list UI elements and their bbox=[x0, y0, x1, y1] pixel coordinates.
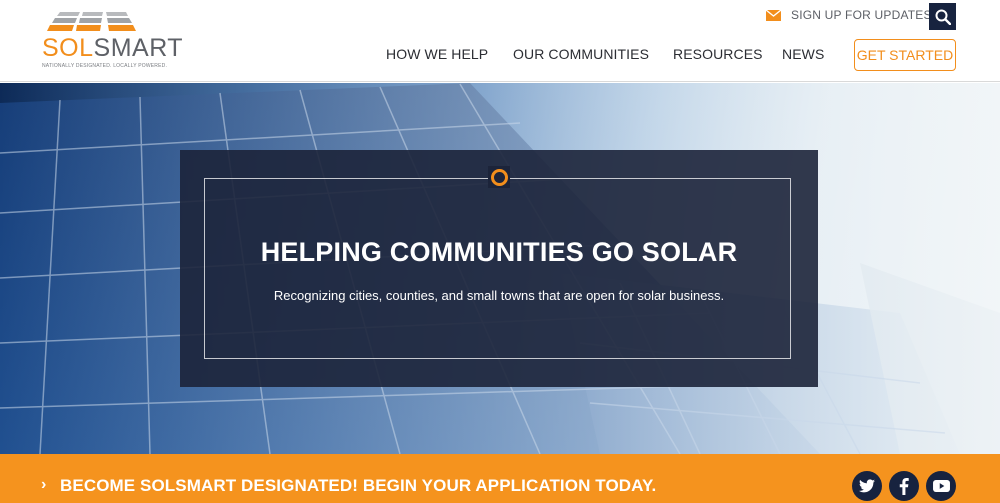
nav-news[interactable]: NEWS bbox=[782, 46, 824, 62]
search-icon bbox=[935, 9, 951, 25]
twitter-icon[interactable] bbox=[852, 471, 882, 501]
nav-resources[interactable]: RESOURCES bbox=[673, 46, 763, 62]
hero-banner: HELPING COMMUNITIES GO SOLAR Recognizing… bbox=[0, 83, 1000, 454]
youtube-icon[interactable] bbox=[926, 471, 956, 501]
facebook-icon[interactable] bbox=[889, 471, 919, 501]
get-started-button[interactable]: GET STARTED bbox=[854, 39, 956, 71]
begin-application-link[interactable]: BECOME SOLSMART DESIGNATED! BEGIN YOUR A… bbox=[60, 476, 656, 496]
search-button[interactable] bbox=[929, 3, 956, 30]
sun-ring-icon bbox=[488, 166, 510, 188]
signup-for-updates-link[interactable]: SIGN UP FOR UPDATES bbox=[766, 6, 932, 24]
hero-subtitle: Recognizing cities, counties, and small … bbox=[273, 288, 725, 303]
site-header: SOLSMART NATIONALLY DESIGNATED. LOCALLY … bbox=[0, 0, 1000, 82]
solar-panel-logo-icon bbox=[47, 12, 136, 31]
hero-frame bbox=[204, 178, 791, 359]
solsmart-logo[interactable]: SOLSMART NATIONALLY DESIGNATED. LOCALLY … bbox=[42, 12, 183, 70]
logo-wordmark: SOLSMART bbox=[42, 34, 184, 62]
hero-title: HELPING COMMUNITIES GO SOLAR bbox=[260, 237, 738, 267]
nav-our-communities[interactable]: OUR COMMUNITIES bbox=[513, 46, 649, 62]
application-cta-bar: › BECOME SOLSMART DESIGNATED! BEGIN YOUR… bbox=[0, 454, 1000, 503]
signup-label: SIGN UP FOR UPDATES bbox=[791, 8, 932, 22]
nav-how-we-help[interactable]: HOW WE HELP bbox=[386, 46, 488, 62]
hero-message-box: HELPING COMMUNITIES GO SOLAR Recognizing… bbox=[180, 150, 818, 387]
logo-tagline: NATIONALLY DESIGNATED. LOCALLY POWERED. bbox=[42, 63, 168, 69]
envelope-icon bbox=[766, 9, 781, 21]
chevron-right-icon: › bbox=[41, 476, 47, 493]
